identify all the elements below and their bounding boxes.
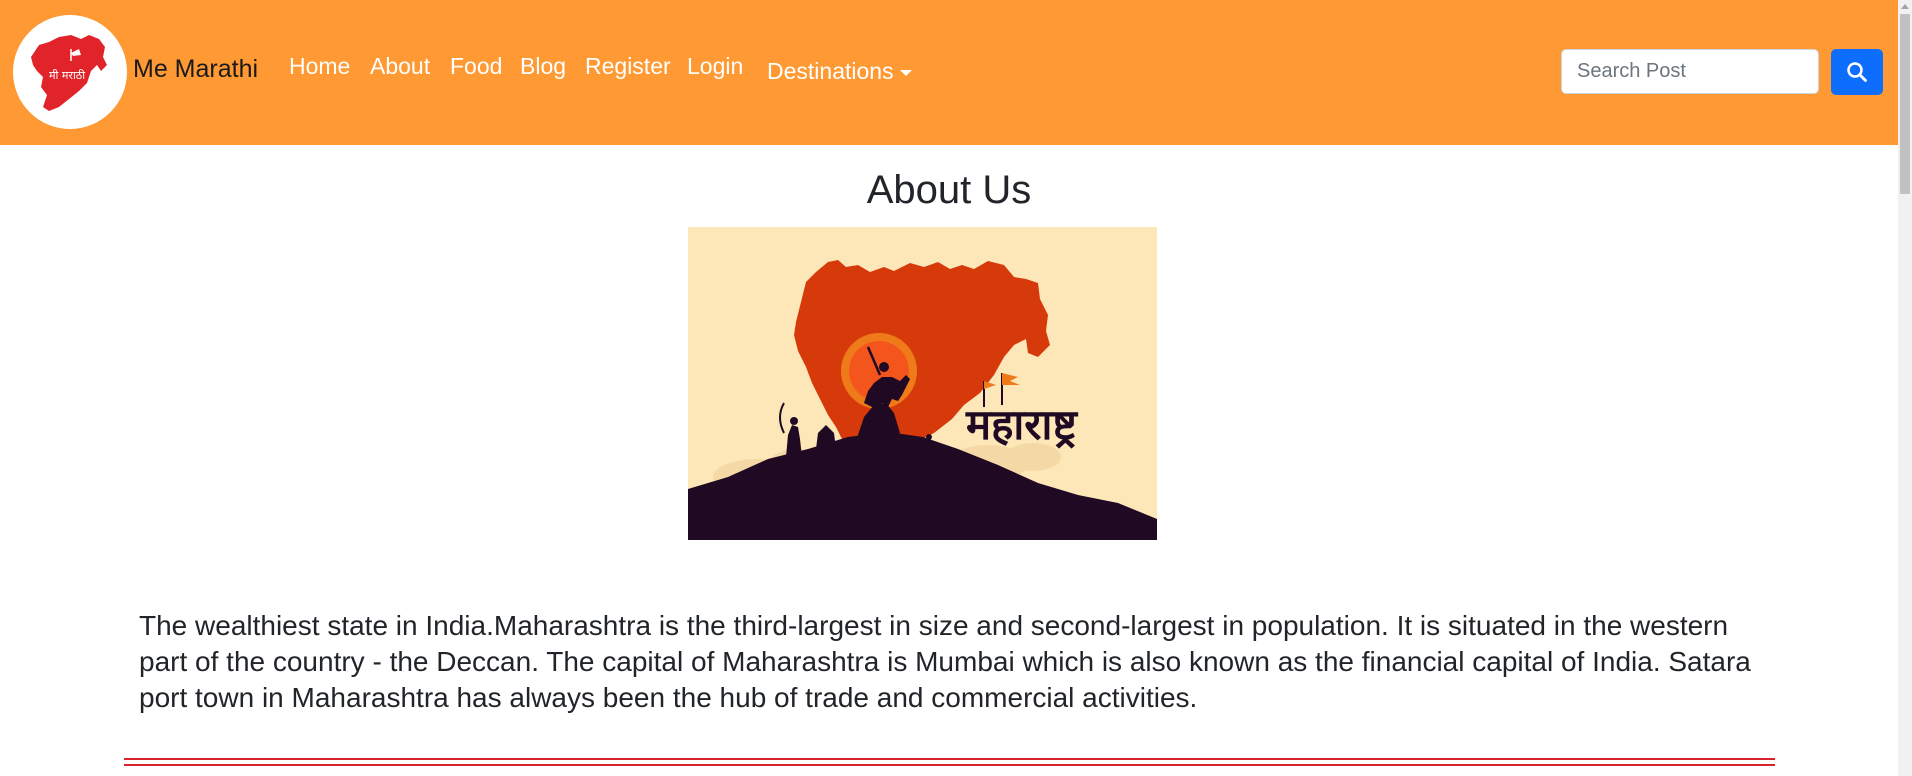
- search-icon: [1847, 62, 1867, 82]
- scroll-up-arrow-icon[interactable]: [1901, 4, 1909, 9]
- search-input[interactable]: [1561, 49, 1819, 94]
- nav-link-blog[interactable]: Blog: [520, 53, 566, 80]
- caret-down-icon: [899, 69, 912, 76]
- maharashtra-map-logo-icon: मी मराठी: [31, 35, 107, 111]
- maharashtra-text: महाराष्ट्र: [965, 400, 1078, 449]
- search-button[interactable]: [1831, 49, 1883, 95]
- destinations-dropdown-label: Destinations: [767, 58, 894, 84]
- about-paragraph: The wealthiest state in India.Maharashtr…: [139, 610, 1751, 713]
- navbar: मी मराठी Me Marathi Home About Food Blog…: [0, 0, 1898, 145]
- divider-line: [124, 758, 1775, 760]
- vertical-scrollbar[interactable]: [1898, 0, 1912, 776]
- divider-line: [124, 764, 1775, 766]
- site-logo[interactable]: मी मराठी: [13, 15, 127, 129]
- maharashtra-hero-image: महाराष्ट्र: [688, 227, 1157, 540]
- nav-link-login[interactable]: Login: [687, 53, 743, 80]
- nav-link-home[interactable]: Home: [289, 53, 350, 80]
- scrollbar-thumb[interactable]: [1900, 14, 1910, 194]
- brand-name[interactable]: Me Marathi: [133, 55, 258, 84]
- nav-link-about[interactable]: About: [370, 53, 430, 80]
- nav-link-food[interactable]: Food: [450, 53, 502, 80]
- destinations-dropdown[interactable]: Destinations: [767, 58, 912, 85]
- maharashtra-illustration: महाराष्ट्र: [688, 227, 1157, 540]
- page-title: About Us: [866, 168, 1032, 212]
- svg-text:मी मराठी: मी मराठी: [49, 69, 85, 82]
- nav-link-register[interactable]: Register: [585, 53, 671, 80]
